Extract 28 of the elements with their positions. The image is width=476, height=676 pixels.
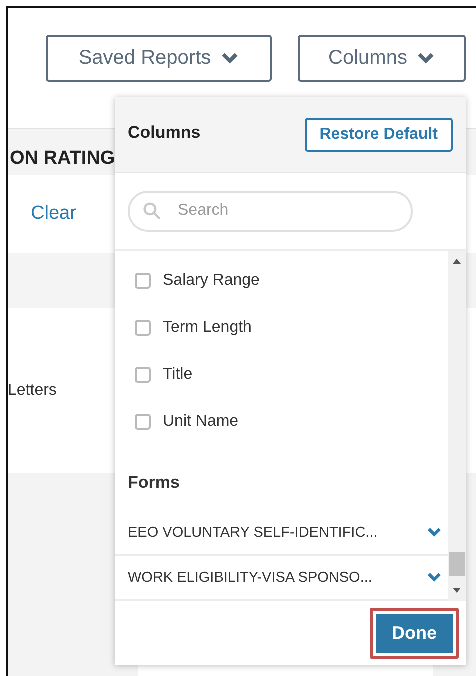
checkbox-label[interactable]: Term Length — [163, 318, 252, 336]
clear-link[interactable]: Clear — [31, 203, 76, 225]
section-heading: Forms — [127, 473, 181, 494]
restore-default-button[interactable]: Restore Default — [304, 118, 453, 152]
scroll-down-icon[interactable] — [453, 588, 461, 593]
chevron-down-icon[interactable] — [427, 572, 442, 583]
search-field[interactable]: Search — [128, 190, 413, 232]
table-cell: Letters — [8, 382, 57, 400]
checkbox[interactable] — [135, 414, 151, 430]
checkbox[interactable] — [135, 272, 151, 288]
form-item[interactable]: EEO VOLUNTARY SELF-IDENTIFIC... — [128, 524, 378, 540]
dropdown-button[interactable]: Saved Reports — [46, 35, 272, 82]
panel-title: Columns — [128, 122, 201, 142]
done-button[interactable]: Done — [376, 614, 453, 652]
scrollbar-thumb[interactable] — [449, 552, 465, 576]
checkbox-label[interactable]: Title — [163, 366, 193, 384]
column-header: ON RATING — [10, 148, 116, 170]
checkbox-label[interactable]: Salary Range — [163, 272, 260, 290]
checkbox-label[interactable]: Unit Name — [163, 412, 239, 430]
chevron-down-icon — [221, 52, 240, 65]
chevron-down-icon[interactable] — [427, 527, 442, 538]
checkbox[interactable] — [135, 366, 151, 382]
dropdown-button[interactable]: Columns — [298, 35, 466, 82]
checkbox[interactable] — [135, 320, 151, 336]
scroll-up-icon[interactable] — [453, 259, 461, 264]
scrollbar[interactable] — [448, 251, 466, 601]
form-item[interactable]: WORK ELIGIBILITY-VISA SPONSO... — [128, 570, 372, 586]
chevron-down-icon — [417, 52, 436, 65]
